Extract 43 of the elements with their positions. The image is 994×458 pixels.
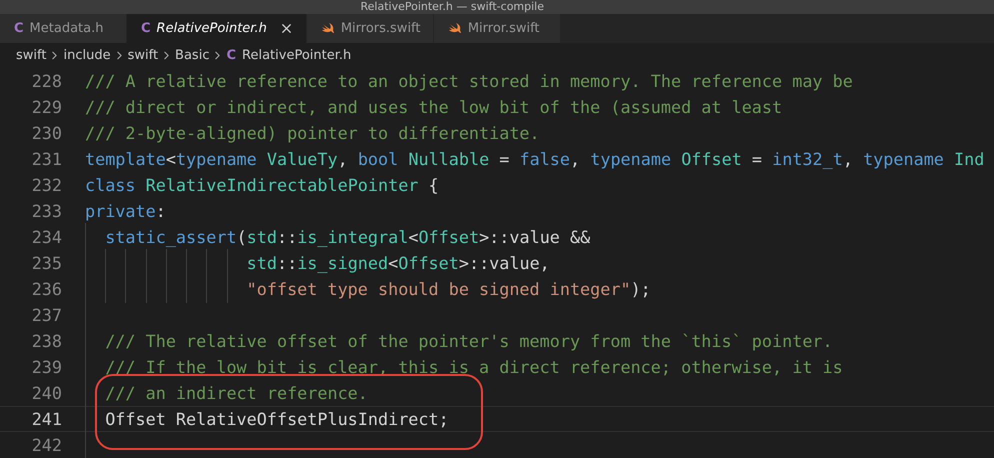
line-number: 233: [30, 201, 62, 221]
line-number: 237: [30, 305, 62, 325]
line-number: 236: [30, 279, 62, 299]
code-line: Offset RelativeOffsetPlusIndirect;: [104, 409, 449, 429]
line-number: 234: [30, 227, 62, 247]
c-file-icon: C: [141, 21, 151, 36]
breadcrumb-item[interactable]: C RelativePointer.h: [226, 48, 352, 63]
line-number: 235: [30, 253, 62, 273]
code-line: /// A relative reference to an object stored in memory. The reference may be: [85, 71, 853, 91]
c-file-icon: C: [14, 21, 24, 36]
line-number: 239: [30, 357, 62, 377]
code-line: std::is_signed<Offset>::value,: [246, 253, 550, 273]
code-line: static_assert(std::is_integral<Offset>::value &&: [104, 227, 590, 247]
editor-tab[interactable]: C Metadata.h: [0, 14, 127, 44]
line-number: 230: [30, 123, 62, 143]
swift-icon: [448, 22, 462, 35]
breadcrumb-item[interactable]: swift: [16, 48, 46, 63]
c-file-icon: C: [226, 48, 236, 63]
editor-tab[interactable]: Mirrors.swift: [306, 14, 434, 44]
code-line: template<typename ValueTy, bool Nullable = false, typename Offset = int32_t, typename Ind: [85, 149, 984, 169]
line-number: 229: [30, 97, 62, 117]
window-title: RelativePointer.h — swift-compile: [360, 0, 544, 14]
line-number: 240: [30, 383, 62, 403]
breadcrumb-item[interactable]: swift: [128, 48, 158, 63]
code-line: /// an indirect reference.: [104, 383, 368, 403]
swift-icon: [320, 22, 335, 35]
breadcrumb-item[interactable]: Basic: [175, 48, 210, 63]
line-number: 241: [30, 409, 62, 429]
code-line: private:: [85, 201, 166, 221]
code-line: "offset type should be signed integer");: [246, 279, 651, 299]
code-line: /// 2-byte-aligned) pointer to differentiate.: [85, 123, 540, 143]
code-line: /// If the low bit is clear, this is a direct reference; otherwise, it is: [104, 357, 843, 377]
line-number: 242: [30, 435, 62, 455]
editor-tab[interactable]: Mirror.swift: [434, 14, 561, 44]
code-line: class RelativeIndirectablePointer {: [85, 175, 439, 195]
code-line: /// direct or indirect, and uses the low bit of the (assumed at least: [85, 97, 782, 117]
editor-tab[interactable]: C RelativePointer.h: [127, 14, 307, 44]
code-line: /// The relative offset of the pointer's memory from the `this` pointer.: [104, 331, 833, 351]
breadcrumb-item[interactable]: include: [63, 48, 111, 63]
line-number: 228: [30, 71, 62, 91]
line-number: 231: [30, 149, 62, 169]
line-number: 238: [30, 331, 62, 351]
line-number: 232: [30, 175, 62, 195]
